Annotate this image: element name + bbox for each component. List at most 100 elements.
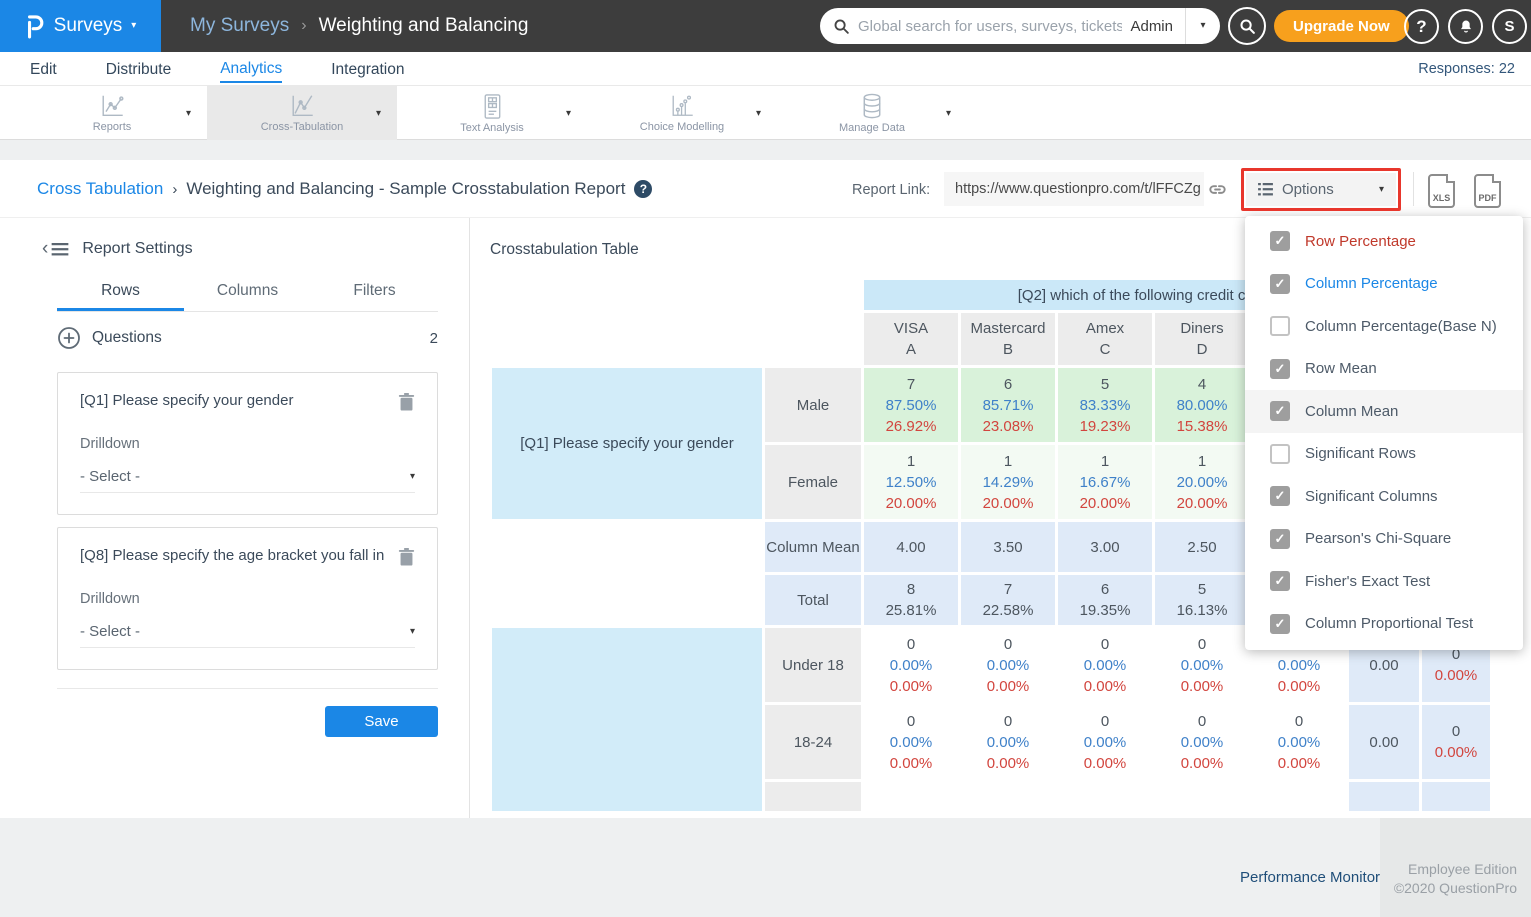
chevron-down-icon[interactable]: ▾: [186, 108, 191, 119]
row-label: Female: [765, 445, 861, 519]
data-cell: 787.50%26.92%: [864, 368, 958, 442]
breadcrumb-current: Weighting and Balancing: [319, 15, 529, 37]
tab-label: Reports: [93, 121, 132, 133]
mean-cell: 3.00: [1058, 522, 1152, 572]
menu-item-row-mean[interactable]: ✓ Row Mean: [1245, 348, 1523, 391]
chevron-down-icon[interactable]: ▾: [566, 108, 571, 119]
chevron-down-icon[interactable]: ▾: [376, 108, 381, 119]
nav-edit[interactable]: Edit: [30, 56, 57, 82]
search-submit-button[interactable]: [1228, 7, 1266, 45]
tab-reports[interactable]: Reports ▾: [17, 86, 207, 140]
menu-item-fishers-exact-test[interactable]: ✓ Fisher's Exact Test: [1245, 560, 1523, 603]
questions-label: Questions: [92, 329, 162, 347]
report-url-field[interactable]: https://www.questionpro.com/t/lFFCZg: [944, 172, 1204, 206]
search-scope-dropdown[interactable]: ▾: [1185, 8, 1220, 44]
check-icon: ✓: [1275, 488, 1286, 504]
export-pdf-button[interactable]: PDF: [1474, 174, 1501, 208]
total-cell: 516.13%: [1155, 575, 1249, 625]
global-search-input[interactable]: [850, 18, 1130, 35]
row-question-q1: [Q1] Please specify your gender: [492, 368, 762, 519]
survey-nav: Edit Distribute Analytics Integration Re…: [0, 52, 1531, 86]
text-analysis-document-icon: [480, 93, 504, 120]
checkbox[interactable]: ✓: [1270, 359, 1290, 379]
avatar[interactable]: S: [1492, 9, 1527, 44]
report-help-icon[interactable]: ?: [634, 180, 652, 198]
breadcrumb-my-surveys[interactable]: My Surveys: [190, 15, 289, 37]
row-label: Column Mean: [765, 522, 861, 572]
menu-item-column-percentage-base-n[interactable]: ✓ Column Percentage(Base N): [1245, 305, 1523, 348]
options-button[interactable]: Options ▾: [1246, 173, 1396, 206]
folded-corner: [1492, 174, 1501, 183]
mean-cell: 2.50: [1155, 522, 1249, 572]
cross-tabulation-link[interactable]: Cross Tabulation: [37, 179, 163, 199]
product-switcher[interactable]: Surveys ▾: [0, 0, 161, 52]
question-text: [Q1] Please specify your gender: [80, 392, 388, 409]
upgrade-now-button[interactable]: Upgrade Now: [1274, 10, 1409, 42]
checkbox[interactable]: ✓: [1270, 614, 1290, 634]
copy-link-icon[interactable]: [1206, 178, 1229, 201]
total-cell: 619.35%: [1058, 575, 1152, 625]
checkbox[interactable]: ✓: [1270, 231, 1290, 251]
checkbox[interactable]: ✓: [1270, 529, 1290, 549]
chevron-down-icon[interactable]: ▾: [946, 108, 951, 119]
menu-item-pearsons-chi-square[interactable]: ✓ Pearson's Chi-Square: [1245, 518, 1523, 561]
total-cell: 00.00%: [1422, 705, 1490, 779]
checkbox[interactable]: ✓: [1270, 486, 1290, 506]
drilldown-select[interactable]: - Select - ▾: [80, 623, 415, 648]
nav-distribute[interactable]: Distribute: [106, 56, 171, 82]
tab-filters[interactable]: Filters: [311, 278, 438, 311]
options-dropdown-menu: ✓ Row Percentage ✓ Column Percentage ✓ C…: [1245, 216, 1523, 650]
chevron-down-icon[interactable]: ▾: [756, 108, 761, 119]
report-breadcrumb: Cross Tabulation › Weighting and Balanci…: [37, 160, 652, 218]
checkbox[interactable]: ✓: [1270, 401, 1290, 421]
data-cell: 112.50%20.00%: [864, 445, 958, 519]
search-scope-value[interactable]: Admin: [1130, 18, 1185, 35]
delete-question-icon[interactable]: [398, 392, 415, 412]
menu-item-label: Row Percentage: [1305, 233, 1416, 250]
menu-item-column-proportional-test[interactable]: ✓ Column Proportional Test: [1245, 603, 1523, 646]
checkbox[interactable]: ✓: [1270, 444, 1290, 464]
menu-item-row-percentage[interactable]: ✓ Row Percentage: [1245, 220, 1523, 263]
save-button[interactable]: Save: [325, 706, 438, 737]
data-cell: 00.00%0.00%: [864, 628, 958, 702]
cross-tabulation-chart-icon: [289, 93, 316, 119]
checkbox[interactable]: ✓: [1270, 274, 1290, 294]
column-header-mastercard: MastercardB: [961, 313, 1055, 365]
menu-item-significant-rows[interactable]: ✓ Significant Rows: [1245, 433, 1523, 476]
checkbox[interactable]: ✓: [1270, 571, 1290, 591]
tab-rows[interactable]: Rows: [57, 278, 184, 311]
settings-header: ‹ Report Settings: [42, 238, 193, 260]
drilldown-select[interactable]: - Select - ▾: [80, 468, 415, 493]
add-question-icon[interactable]: [57, 326, 81, 350]
row-label: Under 18: [765, 628, 861, 702]
check-icon: ✓: [1275, 361, 1286, 377]
delete-question-icon[interactable]: [398, 547, 415, 567]
menu-item-label: Column Percentage(Base N): [1305, 318, 1497, 335]
data-cell: 00.00%0.00%: [1155, 628, 1249, 702]
checkbox[interactable]: ✓: [1270, 316, 1290, 336]
edition-panel: Employee Edition ©2020 QuestionPro: [1380, 818, 1531, 917]
menu-item-significant-columns[interactable]: ✓ Significant Columns: [1245, 475, 1523, 518]
nav-analytics[interactable]: Analytics: [220, 55, 282, 83]
chevron-down-icon: ▾: [410, 627, 415, 637]
tab-columns[interactable]: Columns: [184, 278, 311, 311]
column-header-amex: AmexC: [1058, 313, 1152, 365]
help-button[interactable]: ?: [1404, 9, 1439, 44]
collapse-panel-icon[interactable]: ‹: [42, 238, 69, 260]
menu-item-column-percentage[interactable]: ✓ Column Percentage: [1245, 263, 1523, 306]
tab-choice-modelling[interactable]: Choice Modelling ▾: [587, 86, 777, 140]
notifications-button[interactable]: [1448, 9, 1483, 44]
check-icon: ✓: [1275, 403, 1286, 419]
column-header-diners: DinersD: [1155, 313, 1249, 365]
questionpro-logo-icon: [25, 13, 45, 39]
nav-integration[interactable]: Integration: [331, 56, 404, 82]
tab-manage-data[interactable]: Manage Data ▾: [777, 86, 967, 140]
performance-monitor-link[interactable]: Performance Monitor: [1240, 869, 1380, 886]
tab-text-analysis[interactable]: Text Analysis ▾: [397, 86, 587, 140]
menu-item-column-mean[interactable]: ✓ Column Mean: [1245, 390, 1523, 433]
drilldown-label: Drilldown: [80, 591, 415, 607]
tab-cross-tabulation[interactable]: Cross-Tabulation ▾: [207, 86, 397, 140]
export-xls-button[interactable]: XLS: [1428, 174, 1455, 208]
menu-item-label: Row Mean: [1305, 360, 1377, 377]
tab-label: Manage Data: [839, 122, 905, 134]
